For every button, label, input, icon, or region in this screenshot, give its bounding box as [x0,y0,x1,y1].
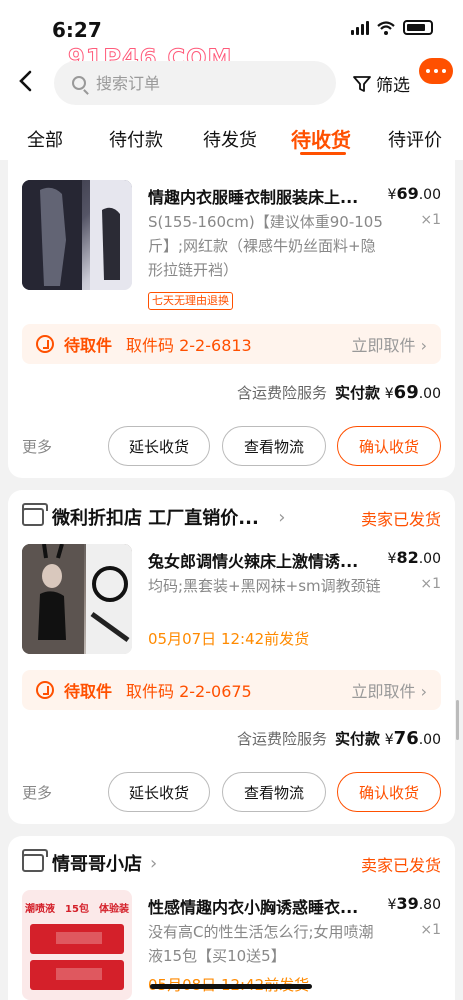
chevron-right-icon: › [420,682,427,701]
product-image[interactable] [22,180,132,290]
pickup-now-button[interactable]: 立即取件 › [351,678,427,702]
home-indicator[interactable] [150,984,312,989]
product-image[interactable] [22,544,132,654]
order-card: 情趣内衣服睡衣制服装床上... ¥69.00 S(155-160cm)【建议体重… [8,160,455,478]
pickup-code: 取件码 2-2-0675 [126,682,252,701]
funnel-icon [353,75,371,92]
tab-to-ship[interactable]: 待发货 [203,126,257,152]
pickup-label: 待取件 [64,682,113,701]
order-card: 情哥哥小店 › 卖家已发货 潮喷液 15包 体验装 性感情趣内衣小胸诱惑睡衣..… [8,836,455,1000]
return-policy-tag: 七天无理由退换 [148,292,233,310]
wifi-icon [377,20,395,35]
shop-header[interactable]: 微利折扣店 工厂直销价... › [22,503,286,530]
scrollbar[interactable] [456,700,459,740]
signal-icon [351,20,369,35]
pickup-icon [36,335,54,353]
product-spec: 没有高C的性生活怎么行;女用喷潮液15包【买10送5】 [148,923,374,965]
product-title[interactable]: 兔女郎调情火辣床上激情诱... [148,548,380,572]
status-time: 6:27 [52,18,102,42]
pickup-bar[interactable]: 待取件 取件码 2-2-6813 立即取件 › [22,324,441,364]
pickup-bar[interactable]: 待取件 取件码 2-2-0675 立即取件 › [22,670,441,710]
shop-name: 微利折扣店 工厂直销价... [52,508,259,529]
view-logistics-button[interactable]: 查看物流 [222,426,326,466]
shop-status: 卖家已发货 [360,856,441,875]
order-card: 微利折扣店 工厂直销价... › 卖家已发货 兔女郎调情火辣床上激情诱... ¥… [8,490,455,824]
chevron-left-icon [19,70,32,92]
top-bar: 6:27 91P46.COM 筛选 全部 待付款 待发货 待收货 [0,0,463,160]
tab-all[interactable]: 全部 [27,126,63,152]
extend-receipt-button[interactable]: 延长收货 [108,772,210,812]
active-tab-indicator [300,152,346,155]
pickup-icon [36,681,54,699]
shop-name: 情哥哥小店 [52,854,142,875]
chevron-right-icon: › [420,336,427,355]
product-title[interactable]: 性感情趣内衣小胸诱惑睡衣... [148,894,380,918]
chevron-right-icon: › [150,852,158,874]
product-price: ¥69.00 [387,184,441,203]
order-total: 含运费险服务 实付款 ¥69.00 [236,382,441,403]
product-spec: S(155-160cm)【建议体重90-105斤】;网红款（裸感牛奶丝面料+隐形… [148,213,383,279]
tab-to-receive[interactable]: 待收货 [291,124,351,153]
product-qty: ×1 [420,212,441,228]
order-total: 含运费险服务 实付款 ¥76.00 [236,728,441,749]
view-logistics-button[interactable]: 查看物流 [222,772,326,812]
search-icon [72,76,86,90]
product-title[interactable]: 情趣内衣服睡衣制服装床上... [148,184,380,208]
confirm-receipt-button[interactable]: 确认收货 [337,772,441,812]
filter-button[interactable]: 筛选 [352,71,410,96]
confirm-receipt-button[interactable]: 确认收货 [337,426,441,466]
product-price: ¥39.80 [387,894,441,913]
chevron-right-icon: › [266,506,286,528]
more-link[interactable]: 更多 [22,782,52,803]
extend-receipt-button[interactable]: 延长收货 [108,426,210,466]
search-input[interactable] [96,73,296,93]
tab-to-review[interactable]: 待评价 [388,126,442,152]
product-qty: ×1 [420,576,441,592]
tab-to-pay[interactable]: 待付款 [109,126,163,152]
shop-header[interactable]: 情哥哥小店 › [22,849,158,876]
status-icons [351,20,433,35]
product-spec: 均码;黑套装+黑网袜+sm调教颈链 [148,577,381,595]
shop-status: 卖家已发货 [360,510,441,529]
pickup-code: 取件码 2-2-6813 [126,336,252,355]
more-menu-button[interactable] [419,58,453,84]
filter-label: 筛选 [376,76,410,96]
status-tabs: 全部 待付款 待发货 待收货 待评价 [0,122,463,155]
shop-icon [22,849,48,872]
ship-deadline: 05月07日 12:42前发货 [148,630,310,648]
shop-icon [22,503,48,526]
search-bar[interactable] [54,61,336,105]
back-button[interactable] [18,68,32,98]
product-price: ¥82.00 [387,548,441,567]
pickup-label: 待取件 [64,336,113,355]
more-link[interactable]: 更多 [22,436,52,457]
product-image[interactable]: 潮喷液 15包 体验装 [22,890,132,1000]
battery-icon [403,20,433,35]
product-qty: ×1 [420,922,441,938]
pickup-now-button[interactable]: 立即取件 › [351,332,427,356]
